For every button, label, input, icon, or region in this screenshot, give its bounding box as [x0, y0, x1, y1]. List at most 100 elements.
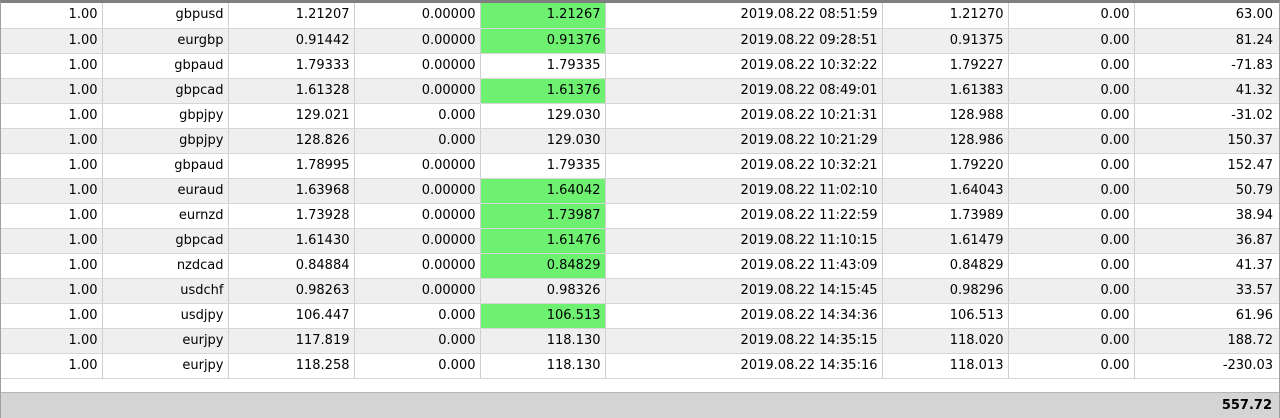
trade-history-grid: 1.00 gbpusd 1.21207 0.00000 1.21267 2019.08.2…: [0, 0, 1280, 418]
table-row[interactable]: 1.00 gbpcad 1.61328 0.00000 1.61376 2019.08.2…: [1, 78, 1279, 104]
symbol-cell: gbpjpy: [102, 128, 229, 154]
stop-loss-cell: 0.00000: [354, 228, 481, 254]
stop-loss-cell: 0.000: [354, 103, 481, 129]
take-profit-cell: 1.61376: [480, 78, 606, 104]
stop-loss-cell: 0.000: [354, 303, 481, 329]
open-price-cell: 1.79333: [228, 53, 355, 79]
take-profit-cell: 1.79335: [480, 53, 606, 79]
take-profit-cell: 0.98326: [480, 278, 606, 304]
open-price-cell: 0.84884: [228, 253, 355, 279]
profit-cell: 41.37: [1134, 253, 1279, 279]
swap-cell: 0.00: [1008, 353, 1135, 379]
stop-loss-cell: 0.000: [354, 328, 481, 354]
swap-cell: 0.00: [1008, 253, 1135, 279]
close-time-cell: 2019.08.22 11:10:15: [605, 228, 883, 254]
table-row[interactable]: 1.00 eurjpy 118.258 0.000 118.130 2019.08.22 …: [1, 353, 1279, 379]
close-price-cell: 1.79227: [882, 53, 1009, 79]
close-price-cell: 128.988: [882, 103, 1009, 129]
symbol-cell: usdjpy: [102, 303, 229, 329]
symbol-cell: gbpaud: [102, 53, 229, 79]
symbol-cell: gbpusd: [102, 3, 229, 29]
profit-cell: 152.47: [1134, 153, 1279, 179]
table-row[interactable]: 1.00 gbpaud 1.79333 0.00000 1.79335 2019.08.2…: [1, 53, 1279, 79]
table-row[interactable]: 1.00 usdchf 0.98263 0.00000 0.98326 2019.08.2…: [1, 278, 1279, 304]
table-row[interactable]: 1.00 eurgbp 0.91442 0.00000 0.91376 2019.08.2…: [1, 28, 1279, 54]
profit-cell: 150.37: [1134, 128, 1279, 154]
swap-cell: 0.00: [1008, 178, 1135, 204]
volume-cell: 1.00: [1, 253, 103, 279]
open-price-cell: 129.021: [228, 103, 355, 129]
symbol-cell: usdchf: [102, 278, 229, 304]
swap-cell: 0.00: [1008, 303, 1135, 329]
volume-cell: 1.00: [1, 53, 103, 79]
open-price-cell: 1.21207: [228, 3, 355, 29]
close-time-cell: 2019.08.22 14:35:15: [605, 328, 883, 354]
close-price-cell: 1.64043: [882, 178, 1009, 204]
take-profit-cell: 106.513: [480, 303, 606, 329]
stop-loss-cell: 0.00000: [354, 178, 481, 204]
total-bar: 557.72: [1, 392, 1279, 418]
close-price-cell: 118.020: [882, 328, 1009, 354]
trade-rows: 1.00 gbpusd 1.21207 0.00000 1.21267 2019.08.2…: [1, 3, 1279, 379]
profit-cell: -230.03: [1134, 353, 1279, 379]
symbol-cell: eurgbp: [102, 28, 229, 54]
volume-cell: 1.00: [1, 3, 103, 29]
symbol-cell: nzdcad: [102, 253, 229, 279]
stop-loss-cell: 0.00000: [354, 203, 481, 229]
table-row[interactable]: 1.00 gbpaud 1.78995 0.00000 1.79335 2019.08.2…: [1, 153, 1279, 179]
table-row[interactable]: 1.00 gbpjpy 129.021 0.000 129.030 2019.08.22 …: [1, 103, 1279, 129]
total-profit: 557.72: [1221, 398, 1272, 413]
take-profit-cell: 0.91376: [480, 28, 606, 54]
close-time-cell: 2019.08.22 10:21:31: [605, 103, 883, 129]
close-price-cell: 128.986: [882, 128, 1009, 154]
swap-cell: 0.00: [1008, 3, 1135, 29]
close-price-cell: 0.84829: [882, 253, 1009, 279]
stop-loss-cell: 0.00000: [354, 3, 481, 29]
volume-cell: 1.00: [1, 153, 103, 179]
swap-cell: 0.00: [1008, 128, 1135, 154]
volume-cell: 1.00: [1, 228, 103, 254]
table-row[interactable]: 1.00 eurjpy 117.819 0.000 118.130 2019.08.22 …: [1, 328, 1279, 354]
table-row[interactable]: 1.00 gbpjpy 128.826 0.000 129.030 2019.08.22 …: [1, 128, 1279, 154]
close-time-cell: 2019.08.22 10:32:22: [605, 53, 883, 79]
stop-loss-cell: 0.00000: [354, 78, 481, 104]
take-profit-cell: 118.130: [480, 353, 606, 379]
take-profit-cell: 129.030: [480, 128, 606, 154]
volume-cell: 1.00: [1, 103, 103, 129]
table-row[interactable]: 1.00 gbpusd 1.21207 0.00000 1.21267 2019.08.2…: [1, 3, 1279, 29]
volume-cell: 1.00: [1, 78, 103, 104]
volume-cell: 1.00: [1, 178, 103, 204]
table-row[interactable]: 1.00 nzdcad 0.84884 0.00000 0.84829 2019.08.2…: [1, 253, 1279, 279]
close-price-cell: 1.73989: [882, 203, 1009, 229]
symbol-cell: eurnzd: [102, 203, 229, 229]
stop-loss-cell: 0.00000: [354, 53, 481, 79]
swap-cell: 0.00: [1008, 278, 1135, 304]
swap-cell: 0.00: [1008, 103, 1135, 129]
symbol-cell: euraud: [102, 178, 229, 204]
close-price-cell: 106.513: [882, 303, 1009, 329]
table-row[interactable]: 1.00 usdjpy 106.447 0.000 106.513 2019.08.22 …: [1, 303, 1279, 329]
table-row[interactable]: 1.00 eurnzd 1.73928 0.00000 1.73987 2019.08.2…: [1, 203, 1279, 229]
open-price-cell: 1.73928: [228, 203, 355, 229]
volume-cell: 1.00: [1, 328, 103, 354]
close-time-cell: 2019.08.22 09:28:51: [605, 28, 883, 54]
close-time-cell: 2019.08.22 14:34:36: [605, 303, 883, 329]
volume-cell: 1.00: [1, 128, 103, 154]
profit-cell: -71.83: [1134, 53, 1279, 79]
close-price-cell: 0.91375: [882, 28, 1009, 54]
close-time-cell: 2019.08.22 14:35:16: [605, 353, 883, 379]
open-price-cell: 0.98263: [228, 278, 355, 304]
table-row[interactable]: 1.00 gbpcad 1.61430 0.00000 1.61476 2019.08.2…: [1, 228, 1279, 254]
table-row[interactable]: 1.00 euraud 1.63968 0.00000 1.64042 2019.08.2…: [1, 178, 1279, 204]
open-price-cell: 1.63968: [228, 178, 355, 204]
stop-loss-cell: 0.000: [354, 128, 481, 154]
volume-cell: 1.00: [1, 353, 103, 379]
swap-cell: 0.00: [1008, 228, 1135, 254]
profit-cell: 188.72: [1134, 328, 1279, 354]
close-time-cell: 2019.08.22 11:43:09: [605, 253, 883, 279]
open-price-cell: 1.78995: [228, 153, 355, 179]
profit-cell: 33.57: [1134, 278, 1279, 304]
profit-cell: 41.32: [1134, 78, 1279, 104]
stop-loss-cell: 0.00000: [354, 28, 481, 54]
close-time-cell: 2019.08.22 10:32:21: [605, 153, 883, 179]
